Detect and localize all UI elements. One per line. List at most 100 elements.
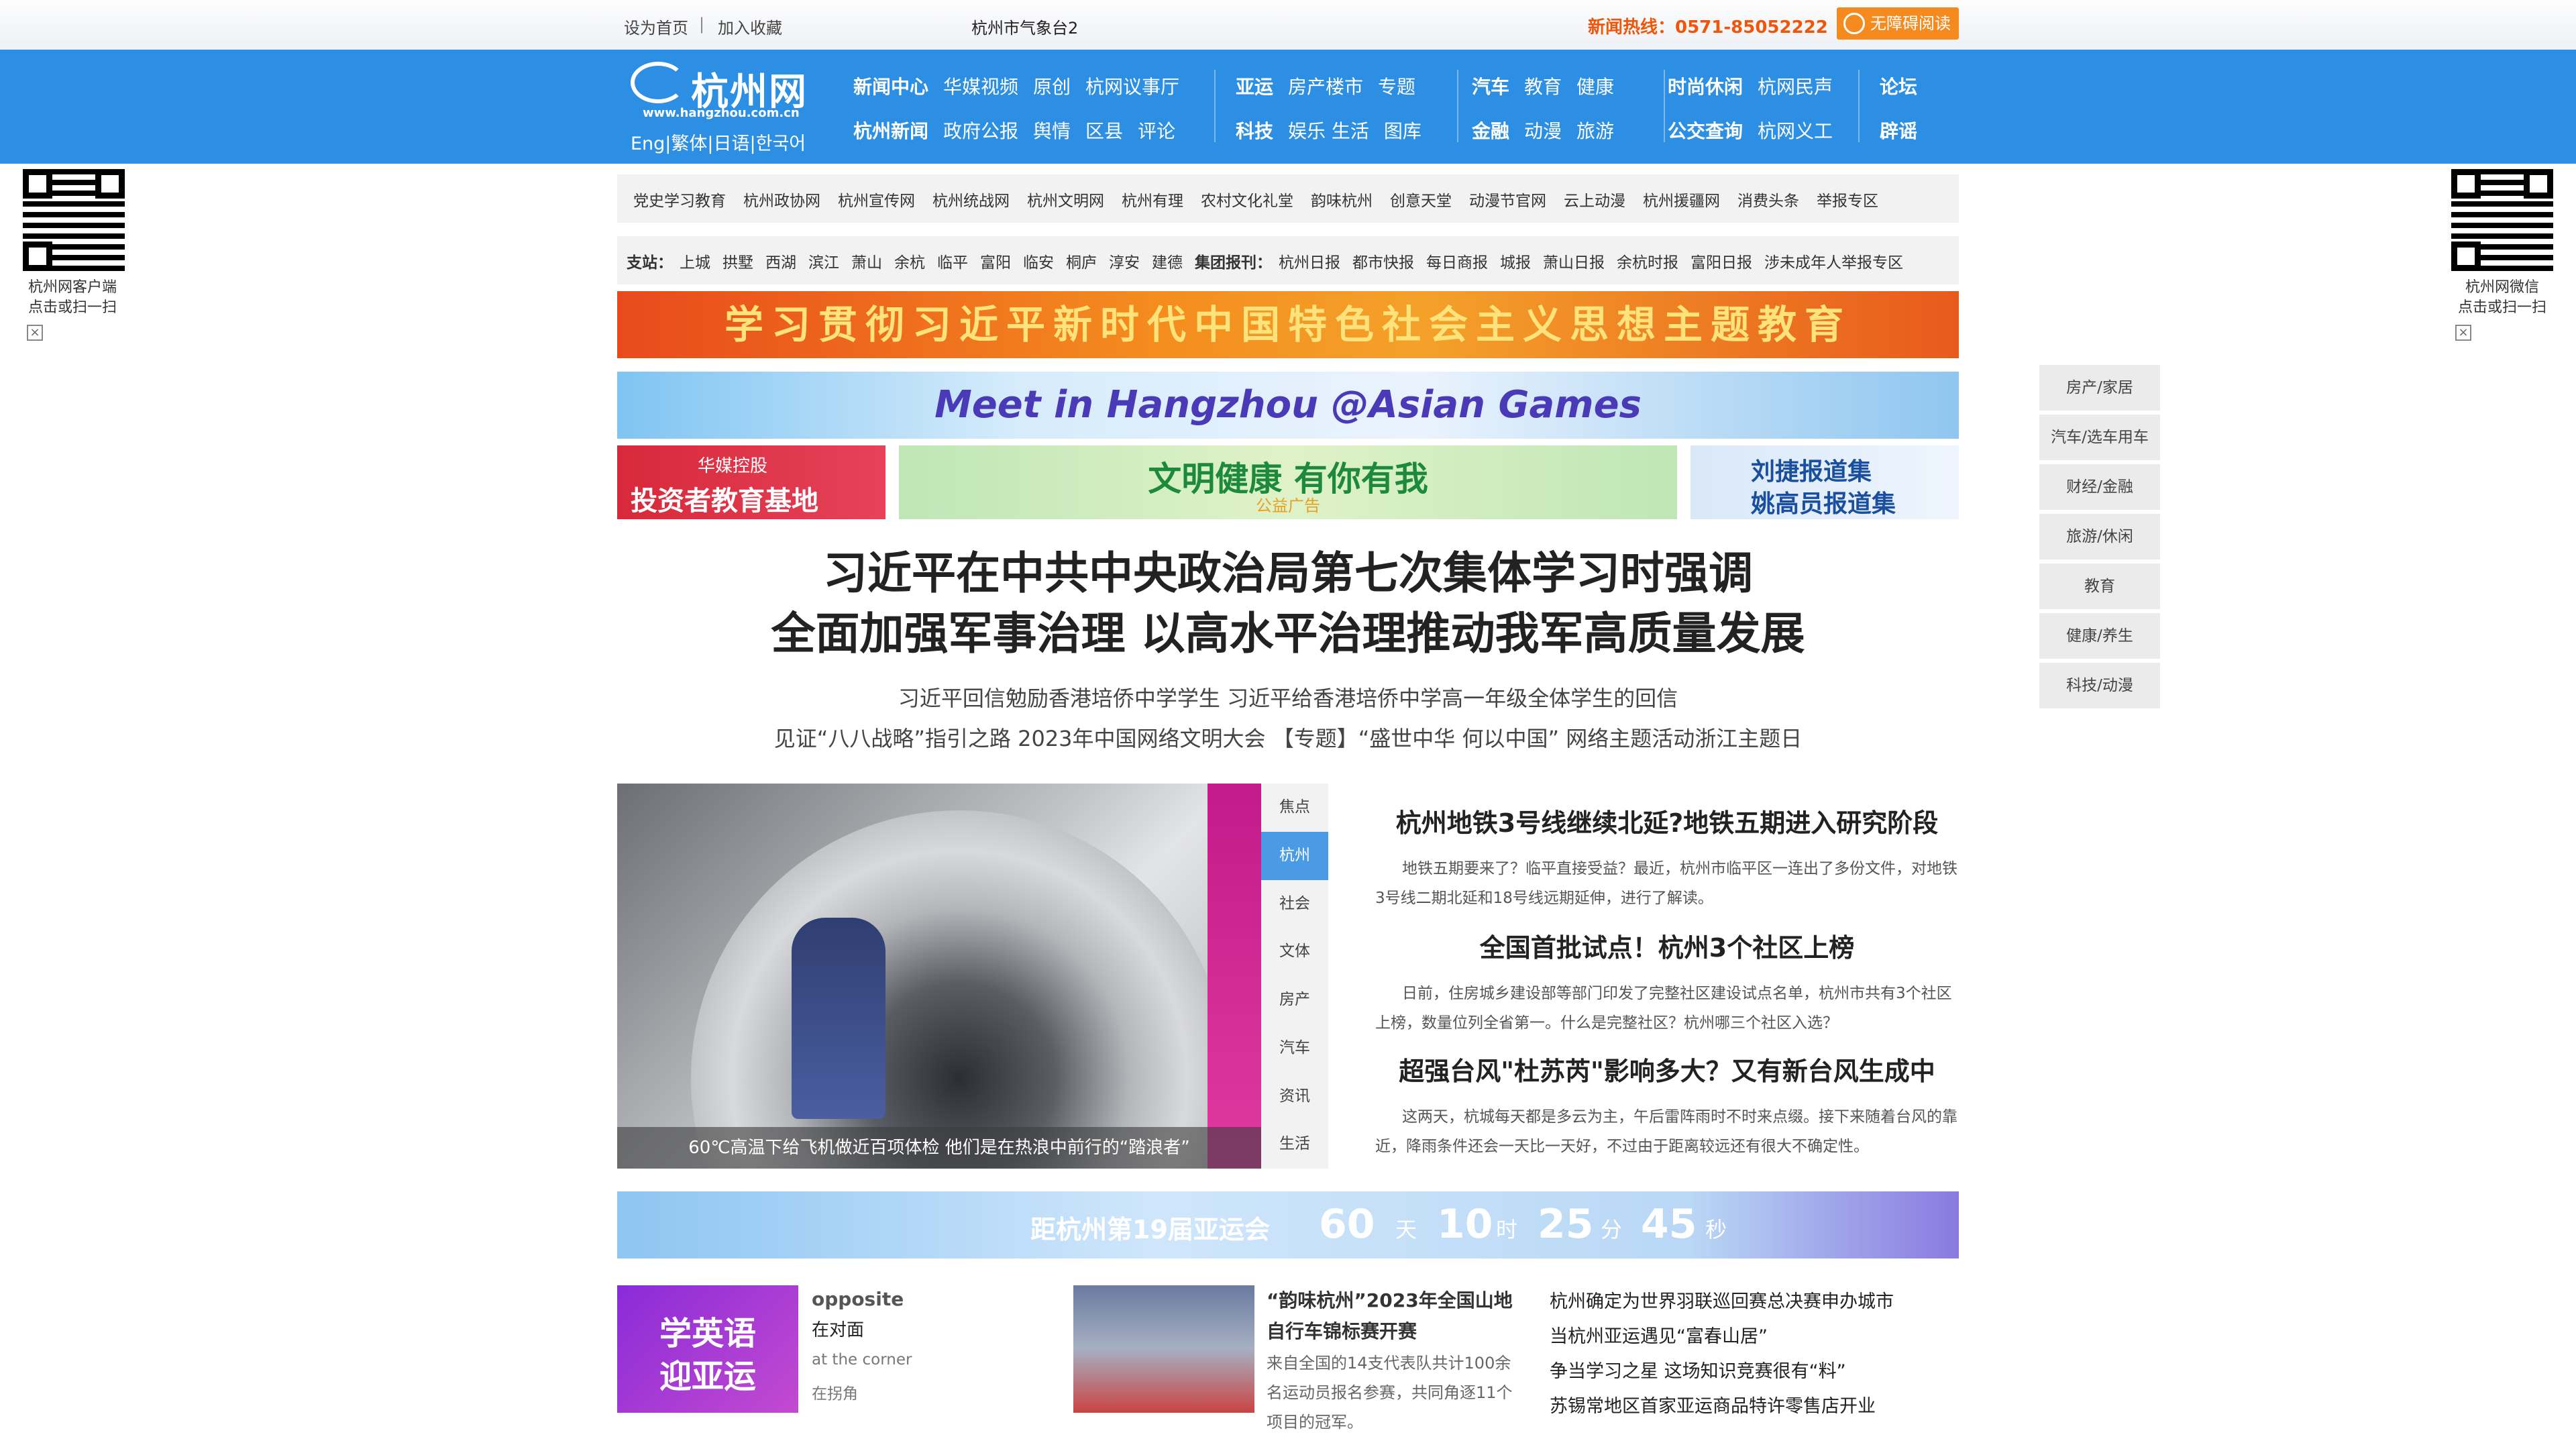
station-link[interactable]: 淳安 bbox=[1109, 254, 1140, 272]
nav-special[interactable]: 专题 bbox=[1378, 76, 1415, 98]
civility-banner[interactable]: 文明健康 有你有我 公益广告 bbox=[899, 445, 1677, 519]
partner-link[interactable]: 杭州文明网 bbox=[1027, 193, 1104, 210]
cycling-photo[interactable] bbox=[1073, 1285, 1254, 1413]
tab-2[interactable]: 社会 bbox=[1261, 880, 1328, 928]
paper-link[interactable]: 富阳日报 bbox=[1690, 254, 1752, 272]
set-homepage-link[interactable]: 设为首页 bbox=[624, 15, 688, 38]
nav-district[interactable]: 区县 bbox=[1085, 120, 1123, 142]
station-link[interactable]: 上城 bbox=[680, 254, 710, 272]
nav-travel[interactable]: 旅游 bbox=[1576, 120, 1614, 142]
site-logo[interactable]: 杭州网 www.hangzhou.com.cn bbox=[631, 62, 812, 122]
station-link[interactable]: 滨江 bbox=[808, 254, 839, 272]
language-switcher[interactable]: Eng|繁体|日语|한국어 bbox=[631, 129, 806, 155]
nav-forum-hall[interactable]: 杭网议事厅 bbox=[1085, 76, 1179, 98]
partner-link[interactable]: 韵味杭州 bbox=[1311, 193, 1373, 210]
news-item[interactable]: 超强台风"杜苏芮"影响多大？又有新台风生成中 这两天，杭城每天都是多云为主，午后雷… bbox=[1375, 1051, 1959, 1161]
qr-code-wechat[interactable] bbox=[2449, 166, 2556, 274]
qr-code-app[interactable] bbox=[20, 166, 127, 274]
station-link[interactable]: 拱墅 bbox=[722, 254, 753, 272]
nav-news-center[interactable]: 新闻中心 bbox=[853, 76, 928, 98]
news-item[interactable]: 全国首批试点！杭州3个社区上榜 日前，住房城乡建设部等部门印发了完整社区建设试点名… bbox=[1375, 927, 1959, 1038]
side-nav-item[interactable]: 教育 bbox=[2039, 564, 2160, 609]
station-link[interactable]: 临安 bbox=[1023, 254, 1054, 272]
side-nav-item[interactable]: 健康/养生 bbox=[2039, 613, 2160, 659]
partner-link[interactable]: 杭州宣传网 bbox=[838, 193, 915, 210]
accessible-reading-button[interactable]: 无障碍阅读 bbox=[1837, 7, 1959, 40]
tab-7[interactable]: 生活 bbox=[1261, 1120, 1328, 1169]
nav-fashion[interactable]: 时尚休闲 bbox=[1668, 76, 1743, 98]
nav-ent[interactable]: 娱乐 生活 bbox=[1288, 120, 1369, 142]
station-link[interactable]: 余杭 bbox=[894, 254, 925, 272]
partner-link[interactable]: 杭州政协网 bbox=[743, 193, 820, 210]
paper-link[interactable]: 都市快报 bbox=[1352, 254, 1414, 272]
side-nav-item[interactable]: 财经/金融 bbox=[2039, 464, 2160, 510]
nav-anime[interactable]: 动漫 bbox=[1524, 120, 1562, 142]
asian-games-banner[interactable]: Meet in Hangzhou @Asian Games bbox=[617, 372, 1959, 439]
station-link[interactable]: 富阳 bbox=[980, 254, 1011, 272]
station-link[interactable]: 桐庐 bbox=[1066, 254, 1097, 272]
station-link[interactable]: 建德 bbox=[1152, 254, 1183, 272]
nav-health[interactable]: 健康 bbox=[1576, 76, 1614, 98]
side-nav-item[interactable]: 科技/动漫 bbox=[2039, 663, 2160, 708]
news-title[interactable]: 超强台风"杜苏芮"影响多大？又有新台风生成中 bbox=[1375, 1051, 1959, 1087]
side-nav-item[interactable]: 汽车/选车用车 bbox=[2039, 415, 2160, 460]
learn-english-badge[interactable]: 学英语 迎亚运 bbox=[617, 1285, 798, 1413]
partner-link[interactable]: 云上动漫 bbox=[1564, 193, 1625, 210]
nav-gallery[interactable]: 图库 bbox=[1384, 120, 1421, 142]
paper-link[interactable]: 城报 bbox=[1500, 254, 1531, 272]
nav-voice[interactable]: 杭网民声 bbox=[1758, 76, 1833, 98]
side-nav-item[interactable]: 旅游/休闲 bbox=[2039, 514, 2160, 559]
partner-link[interactable]: 动漫节官网 bbox=[1469, 193, 1546, 210]
headline-link[interactable]: 杭州确定为世界羽联巡回赛总决赛申办城市 bbox=[1550, 1287, 1894, 1313]
sub-headline-2[interactable]: 见证“八八战略”指引之路 2023年中国网络文明大会 【专题】“盛世中华 何以中… bbox=[617, 722, 1959, 753]
tab-1[interactable]: 杭州 bbox=[1261, 831, 1328, 880]
focus-photo[interactable]: 60℃高温下给飞机做近百项体检 他们是在热浪中前行的“踏浪者” bbox=[617, 784, 1261, 1169]
nav-original[interactable]: 原创 bbox=[1033, 76, 1071, 98]
news-title[interactable]: 全国首批试点！杭州3个社区上榜 bbox=[1375, 927, 1959, 964]
nav-bbs[interactable]: 论坛 bbox=[1880, 76, 1917, 98]
partner-link[interactable]: 举报专区 bbox=[1817, 193, 1878, 210]
tab-4[interactable]: 房产 bbox=[1261, 976, 1328, 1024]
paper-link[interactable]: 每日商报 bbox=[1426, 254, 1488, 272]
tab-6[interactable]: 资讯 bbox=[1261, 1073, 1328, 1121]
partner-link[interactable]: 创意天堂 bbox=[1390, 193, 1452, 210]
paper-link[interactable]: 涉未成年人举报专区 bbox=[1764, 254, 1903, 272]
nav-realestate[interactable]: 房产楼市 bbox=[1288, 76, 1363, 98]
top-headline[interactable]: 习近平在中共中央政治局第七次集体学习时强调 全面加强军事治理 以高水平治理推动我军… bbox=[617, 543, 1959, 664]
tab-0[interactable]: 焦点 bbox=[1261, 784, 1328, 832]
nav-comment[interactable]: 评论 bbox=[1138, 120, 1175, 142]
theme-education-banner[interactable]: 学习贯彻习近平新时代中国特色社会主义思想主题教育 bbox=[617, 291, 1959, 358]
side-nav-item[interactable]: 房产/家居 bbox=[2039, 365, 2160, 411]
station-link[interactable]: 萧山 bbox=[851, 254, 882, 272]
nav-volunteer[interactable]: 杭网义工 bbox=[1758, 120, 1833, 142]
nav-opinion[interactable]: 舆情 bbox=[1033, 120, 1071, 142]
nav-gov[interactable]: 政府公报 bbox=[943, 120, 1018, 142]
cycling-title[interactable]: “韵味杭州”2023年全国山地自行车锦标赛开赛 bbox=[1267, 1285, 1515, 1347]
nav-finance[interactable]: 金融 bbox=[1472, 120, 1509, 142]
paper-link[interactable]: 余杭时报 bbox=[1617, 254, 1678, 272]
nav-tech[interactable]: 科技 bbox=[1236, 120, 1273, 142]
station-link[interactable]: 西湖 bbox=[765, 254, 796, 272]
news-item[interactable]: 杭州地铁3号线继续北延?地铁五期进入研究阶段 地铁五期要来了？临平直接受益？最近，… bbox=[1375, 802, 1959, 913]
tab-5[interactable]: 汽车 bbox=[1261, 1024, 1328, 1073]
sub-headline-1[interactable]: 习近平回信勉励香港培侨中学学生 习近平给香港培侨中学高一年级全体学生的回信 bbox=[617, 682, 1959, 712]
weather-ticker[interactable]: 杭州市气象台2 bbox=[971, 15, 1078, 38]
nav-bus[interactable]: 公交查询 bbox=[1668, 120, 1743, 142]
tab-3[interactable]: 文体 bbox=[1261, 928, 1328, 976]
headline-link[interactable]: 争当学习之星 这场知识竞赛很有“料” bbox=[1550, 1356, 1846, 1383]
headline-link[interactable]: 当杭州亚运遇见“富春山居” bbox=[1550, 1322, 1768, 1348]
nav-asian-games[interactable]: 亚运 bbox=[1236, 76, 1273, 98]
paper-link[interactable]: 萧山日报 bbox=[1543, 254, 1605, 272]
nav-auto[interactable]: 汽车 bbox=[1472, 76, 1509, 98]
partner-link[interactable]: 杭州有理 bbox=[1122, 193, 1183, 210]
report-link-liu[interactable]: 刘捷报道集 bbox=[1751, 452, 1872, 487]
partner-link[interactable]: 农村文化礼堂 bbox=[1201, 193, 1293, 210]
nav-hz-news[interactable]: 杭州新闻 bbox=[853, 120, 928, 142]
partner-link[interactable]: 杭州统战网 bbox=[932, 193, 1010, 210]
close-qr-left-icon[interactable]: × bbox=[27, 325, 43, 341]
station-link[interactable]: 临平 bbox=[937, 254, 968, 272]
report-link-yao[interactable]: 姚高员报道集 bbox=[1751, 484, 1896, 519]
nav-edu[interactable]: 教育 bbox=[1524, 76, 1562, 98]
partner-link[interactable]: 党史学习教育 bbox=[633, 193, 726, 210]
partner-link[interactable]: 杭州援疆网 bbox=[1643, 193, 1720, 210]
